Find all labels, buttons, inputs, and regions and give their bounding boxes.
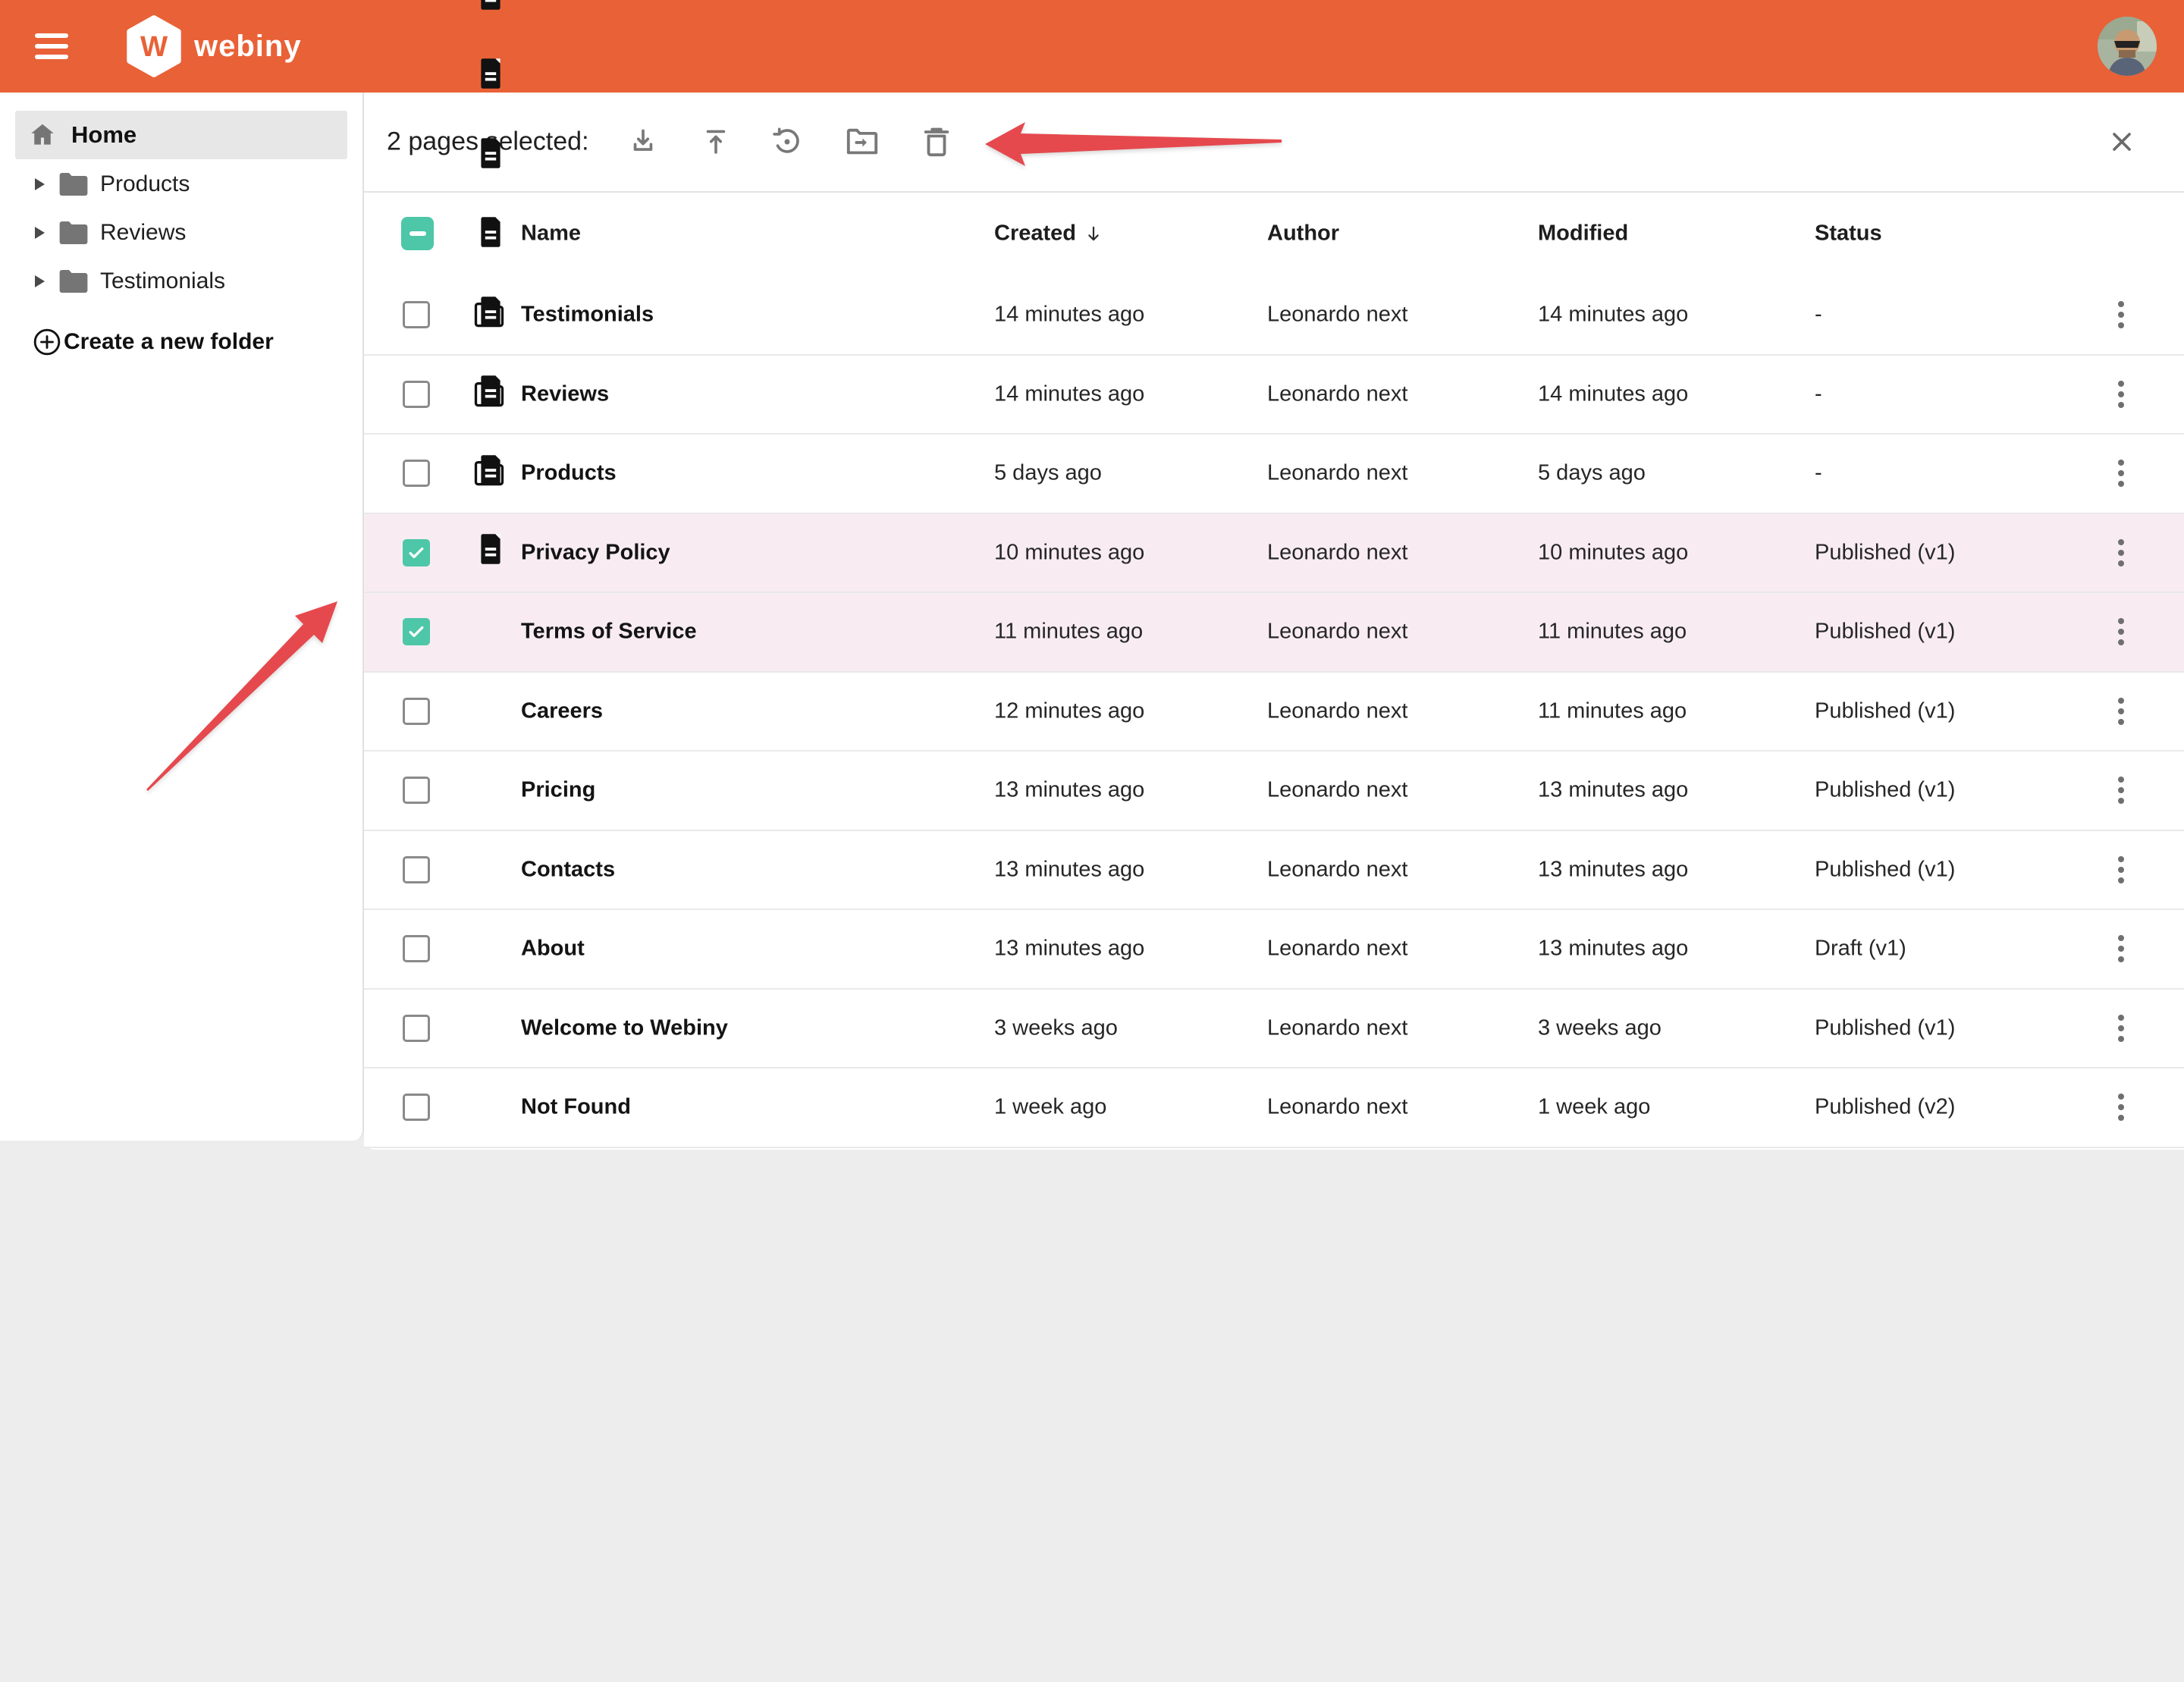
- sidebar-home-label: Home: [71, 121, 136, 149]
- row-status: Published (v2): [1815, 1095, 1955, 1120]
- sidebar: Home Products Reviews: [0, 93, 364, 1141]
- sidebar-folder-label: Products: [100, 171, 190, 197]
- create-folder-label: Create a new folder: [64, 329, 274, 355]
- sidebar-item-reviews[interactable]: Reviews: [0, 209, 362, 257]
- folder-icon: [58, 268, 89, 295]
- webiny-logo[interactable]: W webiny: [126, 15, 302, 77]
- folder-icon: [58, 171, 89, 198]
- folder-tree: Products Reviews Testimonials: [0, 160, 362, 306]
- sidebar-item-home[interactable]: Home: [15, 111, 347, 159]
- row-checkbox[interactable]: [403, 301, 430, 328]
- checkmark-icon: [406, 622, 426, 642]
- row-checkbox[interactable]: [403, 935, 430, 962]
- row-created: 1 week ago: [994, 1095, 1106, 1120]
- brand-name: webiny: [194, 30, 302, 64]
- row-checkbox[interactable]: [403, 698, 430, 725]
- home-icon: [27, 121, 58, 149]
- main-panel: 2 pages selected:: [364, 93, 2184, 1150]
- expand-caret-icon[interactable]: [35, 227, 45, 239]
- row-menu-button[interactable]: [2100, 1081, 2142, 1134]
- webiny-app: W webiny Home: [0, 0, 2184, 1150]
- checkmark-icon: [406, 543, 426, 563]
- sidebar-folder-label: Reviews: [100, 220, 186, 246]
- row-modified: 1 week ago: [1538, 1095, 1650, 1120]
- sidebar-item-testimonials[interactable]: Testimonials: [0, 257, 362, 306]
- row-checkbox[interactable]: [403, 381, 430, 408]
- row-checkbox[interactable]: [403, 1094, 430, 1121]
- row-checkbox[interactable]: [403, 539, 430, 566]
- expand-caret-icon[interactable]: [35, 178, 45, 190]
- kebab-icon: [2118, 1094, 2124, 1100]
- menu-button[interactable]: [35, 33, 68, 59]
- circle-plus-icon: [32, 327, 62, 357]
- row-checkbox[interactable]: [403, 777, 430, 804]
- logo-letter: W: [140, 30, 168, 63]
- table-row[interactable]: Not Found 1 week ago Leonardo next 1 wee…: [364, 1069, 2184, 1148]
- folder-icon: [58, 219, 89, 246]
- row-author: Leonardo next: [1267, 1095, 1407, 1120]
- row-checkbox[interactable]: [403, 1015, 430, 1042]
- create-folder-button[interactable]: Create a new folder: [0, 318, 362, 366]
- row-checkbox[interactable]: [403, 618, 430, 645]
- table-body: Testimonials 14 minutes ago Leonardo nex…: [364, 276, 2184, 1148]
- hamburger-icon: [35, 33, 68, 38]
- row-checkbox[interactable]: [403, 856, 430, 883]
- sidebar-item-products[interactable]: Products: [0, 160, 362, 209]
- indeterminate-dash-icon: [410, 231, 426, 236]
- select-all-checkbox[interactable]: [401, 217, 434, 250]
- expand-caret-icon[interactable]: [35, 275, 45, 287]
- sidebar-folder-label: Testimonials: [100, 268, 225, 294]
- row-name: Not Found: [521, 1095, 631, 1120]
- webiny-hexagon-icon: W: [126, 15, 182, 77]
- row-checkbox[interactable]: [403, 460, 430, 487]
